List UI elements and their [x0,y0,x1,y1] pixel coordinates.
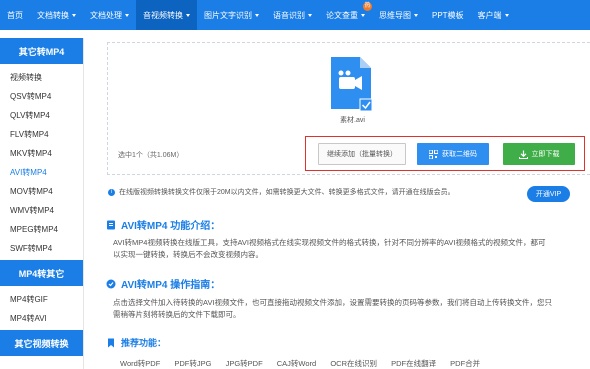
related-title: 推荐功能： [106,336,166,349]
related-link-pdf-jpg[interactable]: PDF转JPG [174,359,211,368]
intro-title-text: AVI转MP4 功能介绍： [121,221,221,232]
nav-image-ocr[interactable]: 图片文字识别 [197,0,266,30]
nav-doc-convert[interactable]: 文档转换 [30,0,83,30]
nav-paper-check-label: 论文查重 [326,10,358,20]
chevron-down-icon [125,13,129,17]
get-qrcode-button[interactable]: 获取二维码 [417,143,489,165]
nav-ppt[interactable]: PPT模板 [425,0,471,30]
nav-home-label: 首页 [7,10,23,20]
sidebar-item-wmv-mp4[interactable]: WMV转MP4 [0,201,83,220]
guide-icon [106,279,116,288]
nav-client-label: 客户端 [477,10,502,20]
related-link-caj-word[interactable]: CAJ转Word [277,359,316,368]
nav-doc-convert-label: 文档转换 [37,10,69,20]
selection-info: 选中1个（共1.06M） [118,152,184,159]
chevron-down-icon [186,13,190,17]
intro-line-2: 以实现一键转换，转换后不会改变视频内容。 [113,250,263,259]
sidebar-group-to-mp4: 其它转MP4 [0,38,83,64]
chevron-down-icon [504,13,509,17]
related-link-word-pdf[interactable]: Word转PDF [120,359,160,368]
size-limit-notice: i 在线版视频转换转换文件仅限于20M以内文件，如需转换更大文件、转换更多格式文… [108,187,590,197]
related-link-pdf-merge[interactable]: PDF合并 [450,359,480,368]
related-title-text: 推荐功能： [121,338,167,348]
sidebar-item-mpeg-mp4[interactable]: MPEG转MP4 [0,220,83,239]
nav-mindmap[interactable]: 思维导图 [372,0,425,30]
info-icon: i [108,188,115,196]
qrcode-icon [429,149,438,159]
video-file-icon[interactable] [328,55,374,111]
sidebar-item-mp4-gif[interactable]: MP4转GIF [0,290,83,309]
sidebar-item-flv-mp4[interactable]: FLV转MP4 [0,125,83,144]
bookmark-icon [108,338,114,347]
sidebar-group-from-mp4: MP4转其它 [0,260,83,286]
get-qrcode-label: 获取二维码 [442,151,477,158]
sidebar-list-to-mp4: 视频转换 QSV转MP4 QLV转MP4 FLV转MP4 MKV转MP4 AVI… [0,64,83,260]
notice-text: 在线版视频转换转换文件仅限于20M以内文件，如需转换更大文件、转换更多格式文件，… [119,189,455,196]
nav-mindmap-label: 思维导图 [379,10,411,20]
nav-image-ocr-label: 图片文字识别 [204,10,252,20]
sidebar-item-qlv-mp4[interactable]: QLV转MP4 [0,106,83,125]
download-now-label: 立即下载 [531,151,560,158]
open-vip-button[interactable]: 开通VIP [527,186,570,202]
sidebar-item-qsv-mp4[interactable]: QSV转MP4 [0,87,83,106]
chevron-down-icon [414,13,418,17]
nav-speech-label: 语音识别 [273,10,305,20]
sidebar-group-other-video: 其它视频转换 [0,330,83,356]
sidebar-item-avi-mp4[interactable]: AVI转MP4 [0,163,83,182]
chevron-down-icon [361,13,365,17]
related-link-ocr[interactable]: OCR在线识别 [330,359,377,368]
guide-title: AVI转MP4 操作指南： [106,276,220,291]
sidebar-item-mp4-avi[interactable]: MP4转AVI [0,309,83,328]
chevron-down-icon [255,13,259,17]
nav-paper-check[interactable]: 论文查重热 [319,0,372,30]
add-files-label: 继续添加（批量转换） [327,151,397,158]
nav-doc-process[interactable]: 文档处理 [83,0,136,30]
sidebar-item-mov-mp4[interactable]: MOV转MP4 [0,182,83,201]
intro-body: AVI转MP4视频转换在线版工具，支持AVI视频格式在线实现视频文件的格式转换，… [113,237,590,261]
nav-home[interactable]: 首页 [0,0,30,30]
related-link-jpg-pdf[interactable]: JPG转PDF [226,359,263,368]
chevron-down-icon [308,13,312,17]
guide-line-2: 需稍等片刻将转换后的文件下载即可。 [113,310,241,319]
intro-title: AVI转MP4 功能介绍： [106,217,220,232]
related-links: Word转PDF PDF转JPG JPG转PDF CAJ转Word OCR在线识… [120,358,492,369]
download-now-button[interactable]: 立即下载 [503,143,575,165]
intro-line-1: AVI转MP4视频转换在线版工具，支持AVI视频格式在线实现视频文件的格式转换，… [113,238,546,247]
nav-speech[interactable]: 语音识别 [266,0,319,30]
nav-ppt-label: PPT模板 [432,10,464,20]
nav-av-convert[interactable]: 音视频转换 [136,0,197,30]
info-doc-icon [107,220,115,229]
sidebar-item-mkv-mp4[interactable]: MKV转MP4 [0,144,83,163]
sidebar-list-from-mp4: MP4转GIF MP4转AVI [0,286,83,330]
download-icon [518,150,528,159]
sidebar-item-swf-mp4[interactable]: SWF转MP4 [0,239,83,258]
nav-av-convert-label: 音视频转换 [143,10,183,20]
nav-doc-process-label: 文档处理 [90,10,122,20]
add-files-button[interactable]: 继续添加（批量转换） [318,143,406,165]
hot-badge: 热 [363,2,372,11]
guide-body: 点击选择文件加入待转换的AVI视频文件，也可直接拖动视频文件添加，设置需要转换的… [113,297,590,321]
sidebar-item-video-convert[interactable]: 视频转换 [0,68,83,87]
nav-client[interactable]: 客户端 [471,0,516,30]
chevron-down-icon [72,13,76,17]
related-link-pdf-translate[interactable]: PDF在线翻译 [391,359,436,368]
guide-title-text: AVI转MP4 操作指南： [121,280,221,291]
file-name: 素材.avi [340,117,365,124]
top-nav: 首页 文档转换 文档处理 音视频转换 图片文字识别 语音识别 论文查重热 思维导… [0,0,590,30]
guide-line-1: 点击选择文件加入待转换的AVI视频文件，也可直接拖动视频文件添加，设置需要转换的… [113,298,553,307]
sidebar: 其它转MP4 视频转换 QSV转MP4 QLV转MP4 FLV转MP4 MKV转… [0,38,84,369]
